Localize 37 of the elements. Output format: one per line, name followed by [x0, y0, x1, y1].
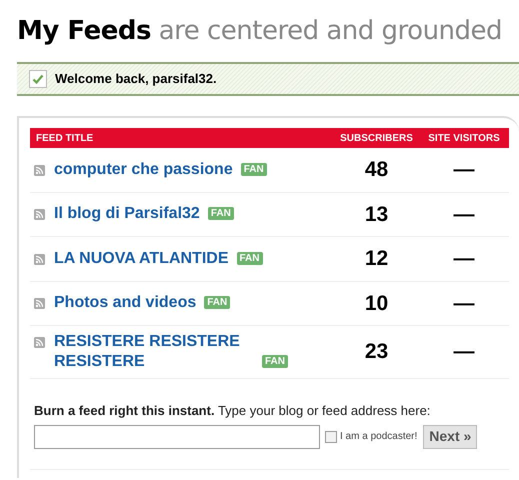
podcaster-checkbox[interactable]: [325, 430, 337, 442]
page-title: My Feeds: [17, 16, 151, 46]
feed-link[interactable]: RESISTERE RESISTERE RESISTERE: [54, 332, 254, 372]
fan-badge: FAN: [204, 296, 230, 310]
burn-prompt: Burn a feed right this instant. Type your blog or feed address here:: [34, 402, 432, 420]
feed-icon: [34, 337, 45, 348]
feed-link[interactable]: Il blog di Parsifal32: [54, 204, 200, 224]
subscriber-count: 13: [364, 202, 390, 228]
visitor-count: —: [452, 290, 476, 316]
subscriber-count: 48: [364, 157, 390, 183]
next-button[interactable]: Next »: [423, 424, 478, 448]
feed-icon: [34, 298, 45, 310]
feed-address-field[interactable]: [34, 424, 320, 448]
visitor-count: —: [452, 202, 476, 228]
column-header: SITE VISITORS: [427, 132, 501, 146]
check-icon: [29, 70, 47, 88]
feed-icon: [34, 209, 45, 220]
visitor-count: —: [452, 157, 476, 183]
podcaster-label: I am a podcaster!: [340, 430, 418, 444]
fan-badge: FAN: [262, 355, 288, 368]
feed-icon: [34, 164, 45, 176]
column-header: SUBSCRIBERS: [339, 132, 414, 146]
page-subtitle: are centered and grounded: [158, 16, 502, 46]
feed-icon: [34, 254, 45, 265]
subscriber-count: 12: [364, 246, 390, 272]
welcome-message: Welcome back, parsifal32.: [55, 70, 217, 88]
feed-link[interactable]: LA NUOVA ATLANTIDE: [54, 248, 228, 269]
fan-badge: FAN: [240, 162, 267, 176]
subscriber-count: 10: [364, 290, 390, 316]
visitor-count: —: [452, 339, 476, 366]
column-header: FEED TITLE: [35, 132, 94, 146]
fan-badge: FAN: [236, 252, 262, 265]
feed-link[interactable]: Photos and videos: [54, 293, 196, 314]
subscriber-count: 23: [364, 339, 390, 366]
fan-badge: FAN: [208, 207, 234, 220]
visitor-count: —: [452, 246, 476, 272]
feed-link[interactable]: computer che passione: [54, 160, 233, 180]
